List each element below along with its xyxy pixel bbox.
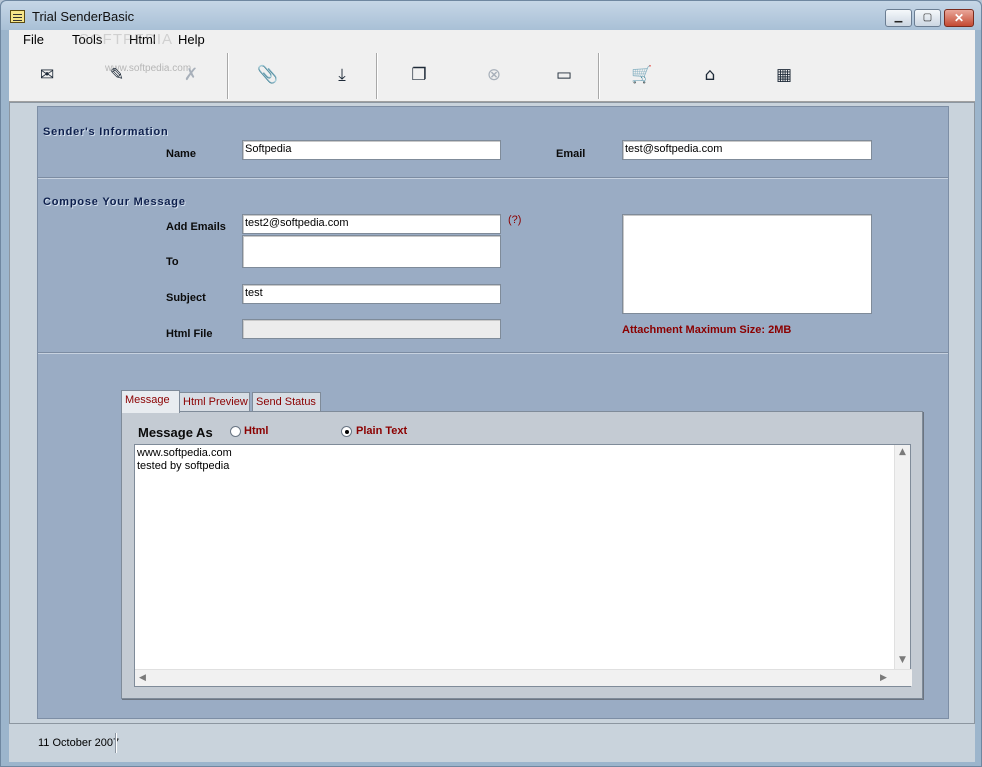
tab-send-status[interactable]: Send Status: [252, 392, 321, 412]
home-icon[interactable]: ⌂: [698, 64, 722, 86]
html-file-field[interactable]: [242, 319, 501, 339]
menu-html[interactable]: Html: [129, 32, 156, 47]
message-tab-body: Message As Html Plain Text www.softpedia…: [121, 411, 923, 699]
message-line: tested by softpedia: [137, 460, 230, 472]
message-as-label: Message As: [138, 425, 213, 440]
scroll-down-icon[interactable]: ▼: [899, 655, 906, 665]
grid-icon[interactable]: ▦: [772, 64, 796, 86]
plain-text-radio[interactable]: [341, 426, 352, 437]
html-file-label: Html File: [166, 328, 213, 340]
tab-message[interactable]: Message: [121, 390, 180, 413]
add-emails-label: Add Emails: [166, 221, 226, 233]
menu-tools[interactable]: Tools: [72, 32, 102, 47]
name-label: Name: [166, 148, 196, 160]
form-panel: Sender's Information Name Softpedia Emai…: [37, 106, 949, 719]
compose-icon[interactable]: ✎: [105, 64, 129, 86]
scroll-up-icon[interactable]: ▲: [899, 447, 906, 457]
help-link[interactable]: (?): [508, 214, 521, 226]
add-emails-field[interactable]: test2@softpedia.com: [242, 214, 501, 234]
divider: [38, 352, 948, 354]
vertical-scrollbar[interactable]: ▲ ▼: [894, 445, 910, 669]
toolbar-separator: [598, 53, 600, 99]
app-icon: [10, 10, 25, 23]
menu-help[interactable]: Help: [178, 32, 205, 47]
horizontal-scrollbar[interactable]: ◀ ▶: [135, 669, 912, 686]
envelope-icon[interactable]: ✉: [35, 64, 59, 86]
cart-icon[interactable]: 🛒: [630, 64, 654, 86]
message-line: www.softpedia.com: [137, 447, 232, 459]
delete-message-icon[interactable]: ✗: [179, 64, 203, 86]
scroll-right-icon[interactable]: ▶: [880, 673, 887, 683]
title-bar[interactable]: Trial SenderBasic ▁ ▢ ✕: [1, 1, 981, 30]
scroll-left-icon[interactable]: ◀: [139, 673, 146, 683]
html-radio-label[interactable]: Html: [244, 425, 268, 437]
message-textarea[interactable]: www.softpedia.com tested by softpedia ▲ …: [134, 444, 912, 687]
stop-icon[interactable]: ⊗: [482, 64, 506, 86]
window-title: Trial SenderBasic: [32, 9, 135, 24]
subject-field[interactable]: test: [242, 284, 501, 304]
sender-section-title: Sender's Information: [43, 126, 169, 138]
toolbar-separator: [376, 53, 378, 99]
tab-html-preview[interactable]: Html Preview: [179, 392, 250, 412]
name-field[interactable]: Softpedia: [242, 140, 501, 160]
app-window: Trial SenderBasic ▁ ▢ ✕ File Tools Html …: [0, 0, 982, 767]
email-field[interactable]: test@softpedia.com: [622, 140, 872, 160]
paperclip-icon[interactable]: 📎: [256, 64, 280, 86]
plain-text-radio-label[interactable]: Plain Text: [356, 425, 407, 437]
attachment-note: Attachment Maximum Size: 2MB: [622, 324, 792, 336]
toolbar: www.softpedia.com ✉ ✎ ✗ 📎 ⤓ ❐ ⊗ ▭ 🛒 ⌂ ▦: [9, 50, 975, 102]
status-separator: [115, 733, 117, 753]
compose-section-title: Compose Your Message: [43, 196, 186, 208]
window-icon[interactable]: ▭: [552, 64, 576, 86]
to-field[interactable]: [242, 235, 501, 268]
minimize-button[interactable]: ▁: [885, 9, 912, 27]
toolbar-separator: [227, 53, 229, 99]
subject-label: Subject: [166, 292, 206, 304]
email-label: Email: [556, 148, 586, 160]
restore-windows-icon[interactable]: ❐: [407, 64, 431, 86]
status-date: 11 October 2007: [38, 737, 120, 749]
menu-file[interactable]: File: [23, 32, 44, 47]
download-icon[interactable]: ⤓: [330, 64, 354, 86]
to-label: To: [166, 256, 179, 268]
maximize-button[interactable]: ▢: [914, 9, 941, 27]
status-bar: 11 October 2007: [9, 724, 975, 762]
client-area: Sender's Information Name Softpedia Emai…: [9, 102, 975, 724]
close-button[interactable]: ✕: [944, 9, 974, 27]
attachment-list[interactable]: [622, 214, 872, 314]
html-radio[interactable]: [230, 426, 241, 437]
menu-bar: File Tools Html Help SOFTPEDIA: [9, 30, 975, 50]
divider: [38, 177, 948, 179]
